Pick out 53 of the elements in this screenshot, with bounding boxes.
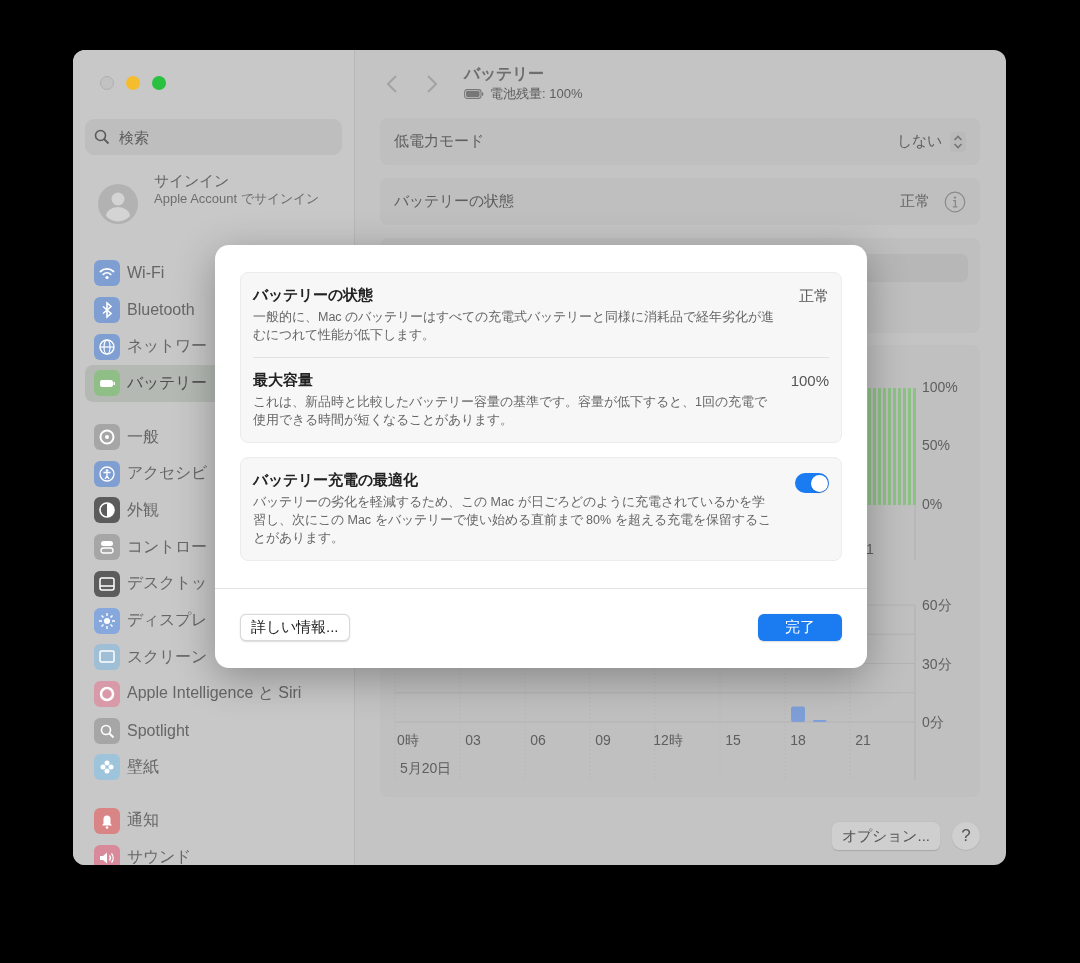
axis-label: 03	[465, 732, 481, 748]
section-description: 一般的に、Mac のバッテリーはすべての充電式バッテリーと同様に消耗品で経年劣化が進むにつれて性能が低下します。	[253, 309, 775, 344]
axis-label: 1	[866, 541, 874, 557]
search-field[interactable]: 検索	[85, 119, 342, 155]
setting-label: 低電力モード	[394, 132, 484, 151]
forward-icon[interactable]	[426, 74, 438, 94]
page-title: バッテリー	[464, 64, 544, 84]
axis-label: 0%	[922, 495, 943, 512]
section-description: バッテリーの劣化を軽減するため、この Mac が日ごろどのように充電されているかを学習し、次にこの Mac をバッテリーで使い始める直前まで 80% を超える充電を保留することがあります。	[253, 494, 772, 547]
more-info-button[interactable]: 詳しい情報...	[240, 614, 350, 641]
axis-label: 06	[530, 732, 546, 748]
minimize-button[interactable]	[126, 76, 140, 90]
sidebar-item[interactable]: 壁紙	[85, 748, 342, 786]
axis-title: 5月20日	[400, 760, 452, 776]
options-button[interactable]: オプション...	[832, 822, 940, 850]
setting-value[interactable]: しない	[897, 132, 942, 151]
done-button[interactable]: 完了	[758, 614, 842, 641]
setting-label: バッテリーの状態	[394, 192, 514, 211]
axis-label: 09	[595, 732, 611, 748]
sidebar-item[interactable]: スクリーン	[85, 638, 342, 676]
axis-label: 100%	[922, 378, 958, 395]
zoom-button[interactable]	[152, 76, 166, 90]
search-icon	[94, 129, 110, 145]
toggle-switch[interactable]	[795, 473, 829, 493]
axis-label: 60分	[922, 597, 952, 613]
back-icon[interactable]	[386, 74, 398, 94]
sidebar-item[interactable]: デスクトッ	[85, 565, 342, 603]
battery-level-text: 電池残量: 100%	[490, 85, 583, 103]
account-title[interactable]: サインイン	[154, 171, 229, 191]
battery-icon	[464, 89, 484, 99]
account-subtitle: Apple Account でサインイン	[154, 191, 319, 207]
bar	[791, 706, 805, 722]
help-button[interactable]: ?	[952, 822, 980, 850]
axis-label: 15	[725, 732, 741, 748]
sidebar-item[interactable]: サウンド	[85, 839, 342, 865]
setting-value: 正常	[900, 192, 930, 211]
sidebar-item[interactable]: 通知	[85, 802, 342, 840]
section-title: バッテリー充電の最適化	[253, 471, 418, 490]
section-title: バッテリーの状態	[253, 286, 373, 305]
axis-label: 21	[855, 732, 871, 748]
section-value: 100%	[790, 372, 829, 389]
axis-label: 18	[790, 732, 806, 748]
axis-label: 0時	[397, 732, 419, 748]
info-icon[interactable]	[944, 190, 966, 213]
sidebar-item[interactable]: Apple Intelligence と Siri	[85, 675, 342, 713]
axis-label: 0分	[922, 714, 944, 730]
sidebar-item[interactable]: Spotlight	[85, 712, 342, 749]
section-value: 正常	[799, 287, 829, 306]
axis-label: 30分	[922, 655, 952, 672]
axis-label: 12時	[653, 732, 683, 748]
section-title: 最大容量	[253, 371, 313, 390]
axis-label: 50%	[922, 437, 951, 454]
avatar-icon[interactable]	[98, 184, 138, 224]
